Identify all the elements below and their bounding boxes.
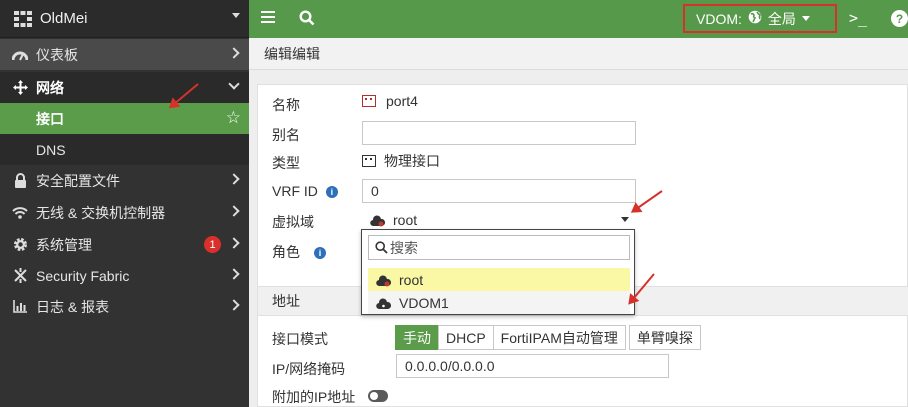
chevron-right-icon [228, 173, 240, 185]
sidebar-item-dns[interactable]: DNS [0, 134, 249, 165]
globe-icon [748, 10, 762, 27]
main-content: 编辑编辑 名称 port4 别名 类型 物理接口 VRF ID i 0 虚拟域 r… [249, 38, 908, 407]
chevron-right-icon [228, 237, 240, 249]
extra-ip-toggle[interactable] [368, 390, 388, 402]
wifi-icon [12, 205, 28, 221]
alias-label: 别名 [272, 127, 300, 143]
sidebar-item-dashboard[interactable]: 仪表板 [0, 39, 249, 70]
sidebar-item-wifi-switch[interactable]: 无线 & 交换机控制器 [0, 197, 249, 228]
mode-oneArm-sniffer-button[interactable]: 单臂嗅探 [628, 325, 701, 350]
vdom-field-label: 虚拟域 [272, 214, 314, 230]
sidebar-item-log-report[interactable]: 日志 & 报表 [0, 291, 249, 322]
port-icon [362, 95, 376, 107]
sidebar-item-label: 系统管理 [36, 236, 92, 253]
type-text: 物理接口 [384, 153, 440, 169]
lock-icon [12, 173, 28, 189]
chevron-right-icon [228, 268, 240, 280]
vrf-label: VRF ID i [272, 183, 338, 199]
dropdown-option-vdom1[interactable]: VDOM1 [368, 291, 630, 314]
hamburger-menu-icon[interactable] [261, 11, 275, 23]
vdom-dropdown-menu: 搜索 root VDOM1 [361, 229, 635, 315]
cli-console-icon[interactable]: >_ [849, 9, 867, 27]
cloud-icon [376, 274, 392, 286]
alias-input[interactable] [362, 121, 636, 145]
cloud-icon [370, 214, 386, 226]
dropdown-search-input[interactable]: 搜索 [368, 235, 630, 260]
star-favorite-icon[interactable]: ☆ [226, 108, 241, 128]
type-label: 类型 [272, 155, 300, 171]
search-icon[interactable] [299, 10, 315, 26]
chevron-down-icon [228, 78, 240, 90]
notification-badge: 1 [204, 236, 221, 253]
option-label: root [399, 271, 424, 288]
vdom-selected-text: root [393, 211, 418, 228]
info-icon[interactable]: i [325, 186, 338, 198]
vdom-value: 全局 [767, 10, 796, 27]
sidebar-item-label: 无线 & 交换机控制器 [36, 204, 166, 221]
sidebar-item-network[interactable]: 网络 [0, 72, 249, 103]
sidebar: OldMei 仪表板 网络 接口 ☆ DNS 安全配置文件 无线 & 交换机控制… [0, 0, 249, 407]
ip-netmask-input[interactable]: 0.0.0.0/0.0.0.0 [396, 354, 669, 378]
sidebar-item-label: Security Fabric [36, 267, 130, 284]
sidebar-item-label: 网络 [36, 79, 64, 96]
info-icon[interactable]: i [314, 247, 326, 259]
sidebar-item-label: 日志 & 报表 [36, 298, 110, 315]
chevron-right-icon [228, 299, 240, 311]
help-icon[interactable]: ? [891, 10, 908, 27]
top-bar: VDOM: 全局 >_ ? [249, 0, 908, 38]
sidebar-item-label: 接口 [36, 110, 64, 127]
cloud-icon [376, 297, 392, 309]
sidebar-item-label: 仪表板 [36, 46, 78, 63]
sidebar-item-security-profiles[interactable]: 安全配置文件 [0, 165, 249, 196]
option-label: VDOM1 [399, 294, 449, 311]
vdom-label: VDOM: [696, 10, 742, 27]
search-icon [375, 241, 388, 254]
sidebar-item-system[interactable]: 系统管理 1 [0, 229, 249, 260]
sidebar-item-interfaces[interactable]: 接口 ☆ [0, 103, 249, 134]
dashboard-icon [12, 47, 28, 63]
vrf-id-input[interactable]: 0 [362, 179, 636, 203]
sidebar-item-security-fabric[interactable]: Security Fabric [0, 260, 249, 291]
fortinet-logo-icon [14, 10, 32, 27]
search-placeholder: 搜索 [390, 239, 418, 256]
vdom-selector[interactable]: VDOM: 全局 [683, 4, 837, 33]
chevron-right-icon [228, 205, 240, 217]
mode-fortiipam-button[interactable]: FortiIPAM自动管理 [492, 325, 626, 350]
extra-ip-label: 附加的IP地址 [272, 389, 356, 405]
move-arrows-icon [12, 80, 28, 96]
chevron-right-icon [228, 47, 240, 59]
chevron-down-icon[interactable] [232, 13, 240, 18]
vrf-label-text: VRF ID [272, 183, 318, 199]
physical-interface-icon [362, 155, 376, 167]
mode-label: 接口模式 [272, 331, 328, 347]
addressing-mode-selector: 手动 DHCP FortiIPAM自动管理 单臂嗅探 [395, 325, 701, 350]
name-value: port4 [362, 93, 418, 109]
chevron-down-icon [621, 217, 629, 222]
type-value: 物理接口 [362, 151, 440, 171]
device-name: OldMei [40, 10, 88, 27]
fabric-icon [12, 268, 28, 284]
mode-manual-button[interactable]: 手动 [395, 325, 439, 350]
mode-dhcp-button[interactable]: DHCP [438, 325, 494, 350]
dropdown-option-root[interactable]: root [368, 268, 630, 291]
port-name-text: port4 [386, 93, 418, 109]
sidebar-item-label: DNS [36, 141, 66, 158]
sidebar-item-label: 安全配置文件 [36, 172, 120, 189]
bar-chart-icon [12, 299, 28, 315]
gear-icon [12, 237, 28, 253]
role-label: 角色 i [272, 242, 326, 262]
ip-netmask-label: IP/网络掩码 [272, 361, 346, 377]
role-label-text: 角色 [272, 244, 300, 260]
chevron-down-icon [801, 16, 810, 21]
name-label: 名称 [272, 97, 300, 113]
page-title: 编辑编辑 [249, 38, 908, 70]
brand-header[interactable]: OldMei [0, 0, 249, 38]
